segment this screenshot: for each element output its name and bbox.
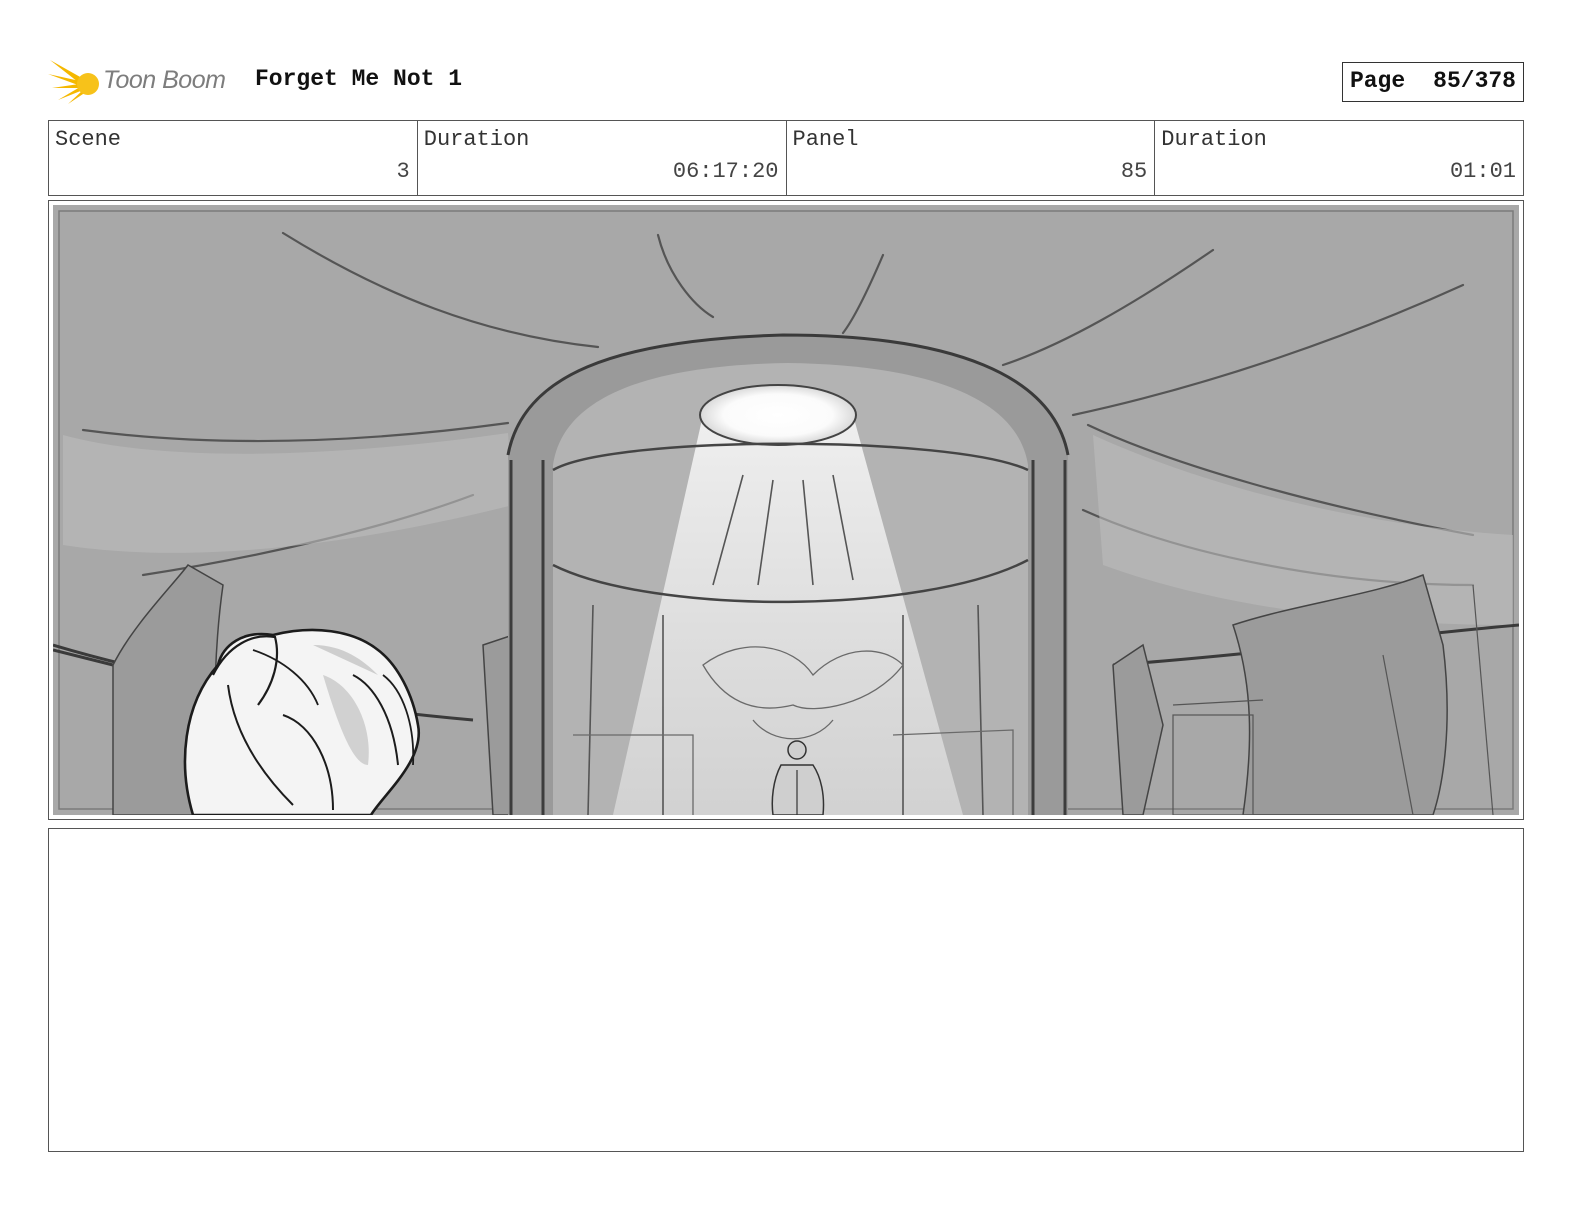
logo-text: Toon Boom (103, 66, 226, 94)
scene-value: 3 (396, 159, 410, 184)
panel-cell: Panel 85 (787, 121, 1156, 195)
panel-duration-value: 01:01 (1449, 159, 1516, 184)
page-indicator: Page 85/378 (1341, 62, 1524, 102)
scene-duration-label: Duration (423, 127, 530, 152)
central-dome (506, 333, 1070, 815)
panel-value: 85 (1120, 159, 1148, 184)
panel-duration-cell: Duration 01:01 (1155, 121, 1523, 195)
scene-duration-cell: Duration 06:17:20 (418, 121, 787, 195)
toon-boom-logo: Toon Boom (48, 54, 243, 106)
page-number: 85/378 (1433, 68, 1516, 94)
scene-label: Scene (55, 127, 122, 152)
scene-duration-value: 06:17:20 (672, 159, 779, 184)
ceiling-lamp (699, 384, 857, 446)
scene-cell: Scene 3 (49, 121, 418, 195)
foreground-character (183, 628, 421, 815)
panel-label: Panel (792, 127, 859, 152)
sunburst-icon (48, 60, 99, 104)
panel-duration-label: Duration (1161, 127, 1267, 152)
scene-info-table: Scene 3 Duration 06:17:20 Panel 85 Durat… (48, 120, 1524, 196)
document-title: Forget Me Not 1 (255, 66, 463, 92)
panel-sketch (53, 205, 1519, 815)
storyboard-header: Toon Boom Forget Me Not 1 Page 85/378 (48, 52, 1524, 108)
storyboard-panel (48, 200, 1524, 820)
panel-notes-box[interactable] (48, 828, 1524, 1152)
page-label: Page (1349, 68, 1406, 94)
